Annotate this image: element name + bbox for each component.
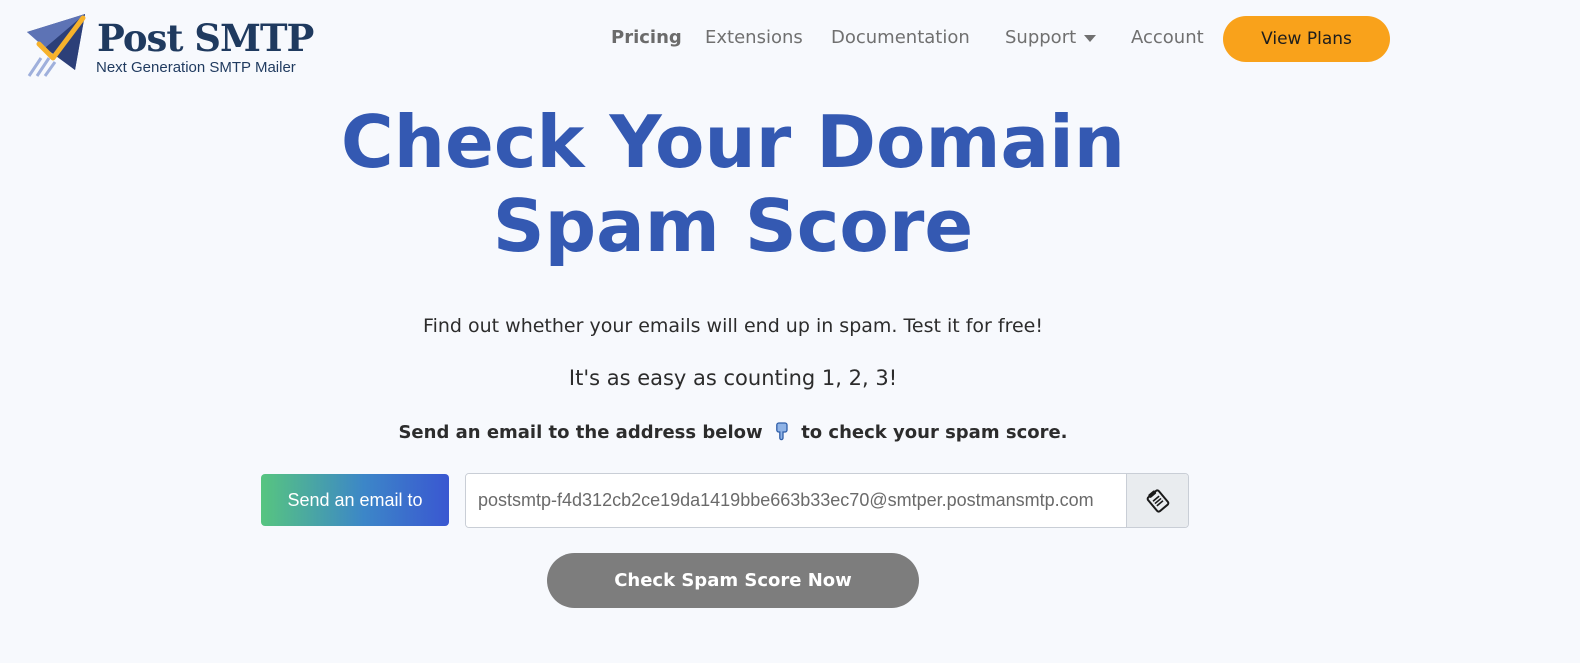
hero-instruction: Send an email to the address below to ch… [0,421,1466,443]
instruction-after: to check your spam score. [801,422,1068,443]
copy-button[interactable] [1126,474,1188,527]
hand-pointing-down-icon [776,422,788,441]
copy-clipboard-icon [1146,488,1169,513]
send-email-label: Send an email to [261,474,449,526]
site-logo[interactable]: Post SMTP Next Generation SMTP Mailer [25,12,325,78]
nav-support[interactable]: Support [1005,26,1097,50]
nav-support-label: Support [1005,27,1077,48]
nav-extensions[interactable]: Extensions [705,26,803,50]
hero-subtitle: Find out whether your emails will end up… [423,315,1043,337]
hero-easy-text: It's as easy as counting 1, 2, 3! [568,366,898,390]
paper-plane-logo-icon [27,14,86,77]
chevron-down-icon [1084,34,1097,42]
logo-title: Post SMTP [97,16,314,60]
email-address-field[interactable] [466,474,1126,527]
page-title-line-2: Spam Score [492,184,974,268]
nav-documentation[interactable]: Documentation [831,26,970,50]
nav-pricing[interactable]: Pricing [611,26,682,50]
page-title: Check Your Domain Spam Score [0,100,1466,268]
nav-account[interactable]: Account [1131,26,1204,50]
view-plans-button[interactable]: View Plans [1223,16,1390,62]
check-spam-score-button[interactable]: Check Spam Score Now [547,553,919,608]
logo-tagline: Next Generation SMTP Mailer [96,59,296,76]
instruction-before: Send an email to the address below [398,422,763,443]
email-address-group [465,473,1189,528]
page-title-line-1: Check Your Domain [340,100,1126,184]
